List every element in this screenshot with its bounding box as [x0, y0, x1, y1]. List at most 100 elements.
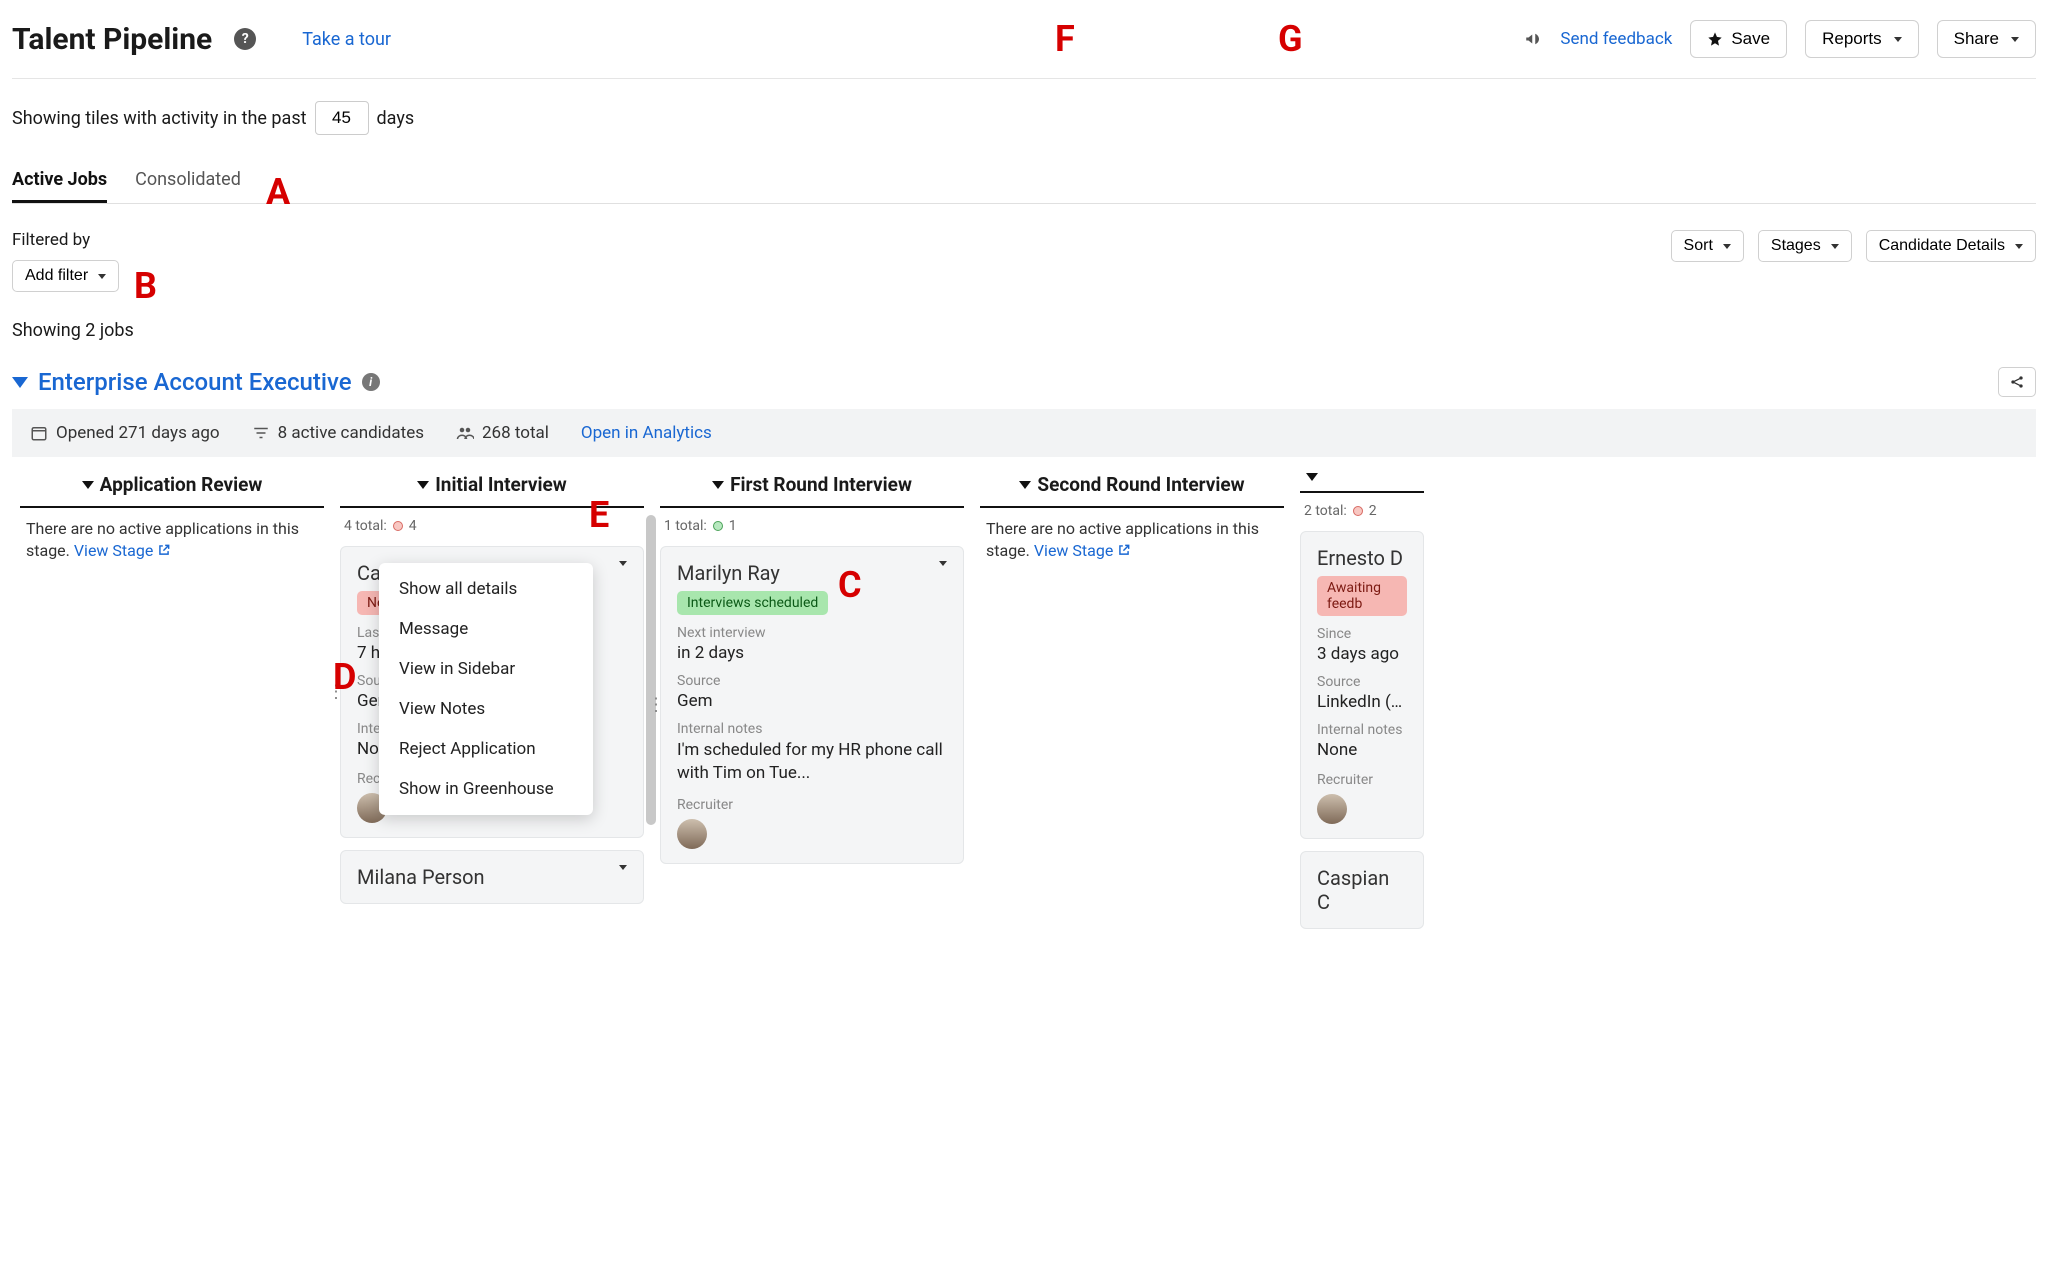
column-application-review[interactable]: Application Review [20, 457, 324, 508]
job-opened-text: Opened 271 days ago [56, 423, 220, 443]
column-title: Application Review [100, 473, 263, 496]
recruiter-label: Recruiter [1317, 772, 1407, 788]
candidate-details-button[interactable]: Candidate Details [1866, 230, 2036, 262]
column-first-round[interactable]: First Round Interview [660, 457, 964, 508]
megaphone-icon [1524, 30, 1542, 48]
info-icon[interactable]: i [362, 373, 380, 391]
view-stage-label: View Stage [74, 541, 153, 560]
status-dot-red [1353, 506, 1363, 516]
filter-icon [252, 424, 270, 442]
showing-jobs-count: Showing 2 jobs [12, 320, 2036, 341]
activity-days-input[interactable] [315, 101, 369, 135]
status-badge: Interviews scheduled [677, 591, 828, 615]
help-icon[interactable]: ? [234, 28, 256, 50]
people-icon [456, 424, 474, 442]
candidate-details-label: Candidate Details [1879, 237, 2005, 255]
candidate-name: Ernesto D [1317, 546, 1403, 570]
chevron-down-icon [98, 274, 106, 279]
column-total-count: 4 [409, 518, 417, 534]
menu-view-notes[interactable]: View Notes [379, 689, 593, 729]
external-link-icon [1117, 543, 1131, 557]
add-filter-label: Add filter [25, 267, 88, 285]
menu-show-all-details[interactable]: Show all details [379, 569, 593, 609]
card-menu-button[interactable] [619, 865, 627, 870]
candidate-name: Caspian C [1317, 866, 1389, 914]
field-value: I'm scheduled for my HR phone call with … [677, 739, 947, 785]
column-total-count: 1 [729, 518, 737, 534]
column-second-round[interactable]: Second Round Interview [980, 457, 1284, 508]
scrollbar-thumb[interactable] [646, 515, 656, 825]
share-icon [2009, 374, 2025, 390]
calendar-icon [30, 424, 48, 442]
card-menu-button[interactable] [939, 561, 947, 566]
field-value: None [1317, 740, 1407, 760]
drag-handle-icon[interactable]: ⋮ [1300, 675, 1304, 696]
collapse-icon[interactable] [12, 377, 28, 388]
add-filter-button[interactable]: Add filter [12, 260, 119, 292]
field-value: 3 days ago [1317, 644, 1407, 664]
open-in-analytics-link[interactable]: Open in Analytics [581, 423, 712, 443]
menu-show-greenhouse[interactable]: Show in Greenhouse [379, 769, 593, 809]
sort-label: Sort [1684, 237, 1713, 255]
field-label: Source [677, 673, 947, 689]
candidate-card[interactable]: ⋮ Marilyn Ray Interviews scheduled Next … [660, 546, 964, 864]
take-tour-link[interactable]: Take a tour [302, 29, 391, 50]
chevron-down-icon [417, 481, 429, 489]
activity-suffix: days [377, 108, 415, 129]
chevron-down-icon [1894, 37, 1902, 42]
active-candidates-text: 8 active candidates [278, 423, 424, 443]
view-stage-link[interactable]: View Stage [1034, 541, 1131, 560]
column-partial[interactable] [1300, 457, 1424, 493]
field-label: Internal notes [1317, 722, 1407, 738]
save-button-label: Save [1731, 29, 1770, 49]
drag-handle-icon[interactable]: ⋮ [647, 694, 664, 715]
stages-label: Stages [1771, 237, 1821, 255]
avatar[interactable] [1317, 794, 1347, 824]
column-title: First Round Interview [730, 473, 912, 496]
candidate-card[interactable]: ⋮ Ernesto D Awaiting feedb Since 3 days … [1300, 531, 1424, 839]
tab-consolidated[interactable]: Consolidated [135, 169, 241, 203]
sort-button[interactable]: Sort [1671, 230, 1744, 262]
send-feedback-link[interactable]: Send feedback [1560, 29, 1672, 49]
status-dot-red [393, 521, 403, 531]
candidate-card[interactable]: Milana Person [340, 850, 644, 904]
field-value: in 2 days [677, 643, 947, 663]
activity-prefix: Showing tiles with activity in the past [12, 108, 307, 129]
view-stage-link[interactable]: View Stage [74, 541, 171, 560]
chevron-down-icon [2015, 244, 2023, 249]
field-label: Source [1317, 674, 1407, 690]
candidate-card[interactable]: ⋮ Carmelo Christensen Nee Last 7 ho Sou … [340, 546, 644, 838]
filtered-by-label: Filtered by [12, 230, 119, 250]
save-button[interactable]: Save [1690, 20, 1787, 58]
card-menu-button[interactable] [619, 561, 627, 566]
status-badge: Awaiting feedb [1317, 576, 1407, 616]
column-initial-interview[interactable]: Initial Interview [340, 457, 644, 508]
avatar[interactable] [677, 819, 707, 849]
reports-button[interactable]: Reports [1805, 20, 1919, 58]
field-label: Next interview [677, 625, 947, 641]
candidate-card[interactable]: Caspian C [1300, 851, 1424, 929]
column-total-count: 2 [1369, 503, 1377, 519]
job-title-link[interactable]: Enterprise Account Executive [38, 368, 352, 396]
tab-active-jobs[interactable]: Active Jobs [12, 169, 107, 203]
drag-handle-icon[interactable]: ⋮ [327, 682, 344, 703]
field-value: LinkedIn (Pu [1317, 692, 1407, 712]
menu-message[interactable]: Message [379, 609, 593, 649]
external-link-icon [157, 543, 171, 557]
menu-view-sidebar[interactable]: View in Sidebar [379, 649, 593, 689]
share-job-button[interactable] [1998, 367, 2036, 397]
field-label: Internal notes [677, 721, 947, 737]
chevron-down-icon [712, 481, 724, 489]
card-menu: Show all details Message View in Sidebar… [379, 563, 593, 815]
stages-button[interactable]: Stages [1758, 230, 1852, 262]
candidate-name: Marilyn Ray [677, 561, 780, 585]
chevron-down-icon [2011, 37, 2019, 42]
menu-reject-application[interactable]: Reject Application [379, 729, 593, 769]
field-value: Gem [677, 691, 947, 711]
share-button-label: Share [1954, 29, 1999, 49]
total-candidates-text: 268 total [482, 423, 549, 443]
status-dot-green [713, 521, 723, 531]
chevron-down-icon [1019, 481, 1031, 489]
view-stage-label: View Stage [1034, 541, 1113, 560]
share-button[interactable]: Share [1937, 20, 2036, 58]
